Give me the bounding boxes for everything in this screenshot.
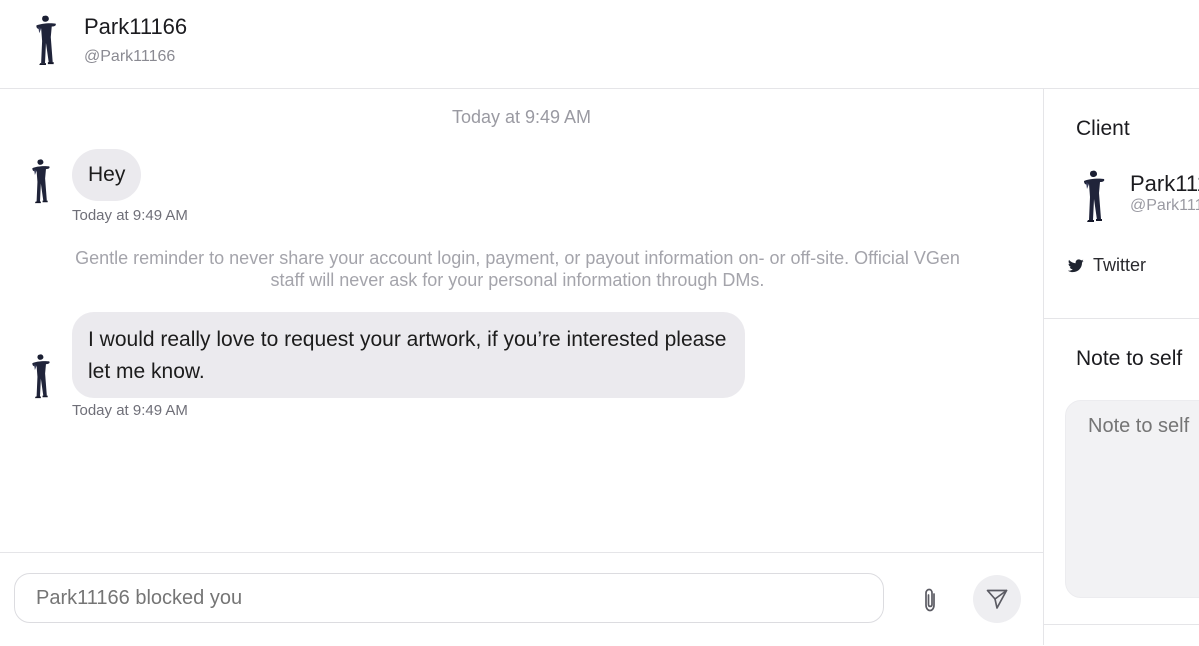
message-bubble: I would really love to request your artw…: [72, 312, 745, 398]
contact-handle: @Park11166: [84, 48, 176, 65]
note-title: Note to self: [1076, 347, 1183, 370]
client-handle: @Park11166: [1130, 197, 1199, 214]
message-timestamp: Today at 9:49 AM: [72, 207, 188, 224]
conversation-header: Park11166 @Park11166: [0, 0, 1199, 89]
divider: [1044, 318, 1199, 319]
avatar[interactable]: [27, 158, 53, 204]
date-divider: Today at 9:49 AM: [451, 107, 592, 127]
panel-title: Client: [1076, 117, 1130, 140]
send-button[interactable]: [973, 575, 1021, 623]
safety-reminder: Gentle reminder to never share your acco…: [75, 248, 960, 290]
send-icon: [986, 589, 1008, 609]
message-list[interactable]: Today at 9:49 AM Hey Today at 9:49 AM Ge…: [0, 89, 1043, 552]
twitter-icon: [1068, 259, 1084, 273]
twitter-label: Twitter: [1093, 255, 1147, 275]
message-composer: [0, 552, 1043, 646]
avatar[interactable]: [1078, 169, 1108, 223]
message-bubble: Hey: [72, 149, 142, 201]
client-info-panel: Client Park11166 @Park11166 Twitter Note…: [1043, 89, 1199, 645]
note-to-self-field[interactable]: [1065, 400, 1199, 598]
message-input[interactable]: [14, 573, 884, 623]
contact-name[interactable]: Park11166: [84, 14, 187, 40]
message-timestamp: Today at 9:49 AM: [72, 402, 188, 419]
avatar[interactable]: [27, 353, 53, 399]
avatar[interactable]: [28, 14, 62, 66]
paperclip-icon[interactable]: [918, 587, 942, 613]
client-name[interactable]: Park11166: [1130, 171, 1199, 197]
divider: [1044, 624, 1199, 625]
